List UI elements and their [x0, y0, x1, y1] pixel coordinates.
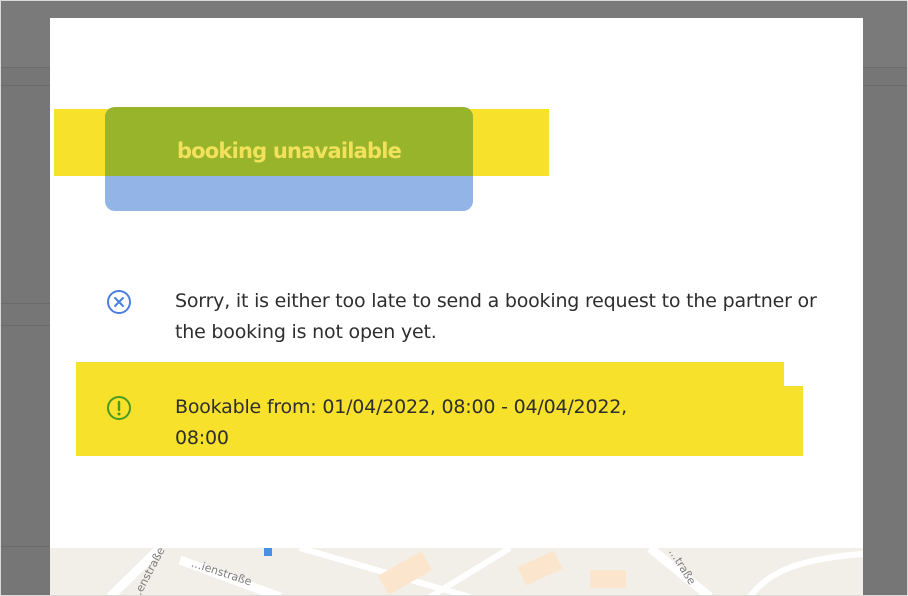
dialog-title: booking unavailable [176, 139, 402, 163]
error-message-row: Sorry, it is either too late to send a b… [106, 286, 826, 348]
info-message-line: Bookable from: 01/04/2022, 08:00 - 04/04… [175, 396, 627, 418]
info-message-row: Bookable from: 01/04/2022, 08:00 - 04/04… [106, 392, 826, 454]
booking-unavailable-dialog: booking unavailable Sorry, it is either … [50, 18, 863, 595]
map-preview[interactable]: …enstraße …ienstraße …traße [50, 548, 863, 595]
background-divider [1, 85, 51, 86]
background-divider [863, 85, 907, 86]
circle-exclamation-icon [106, 395, 132, 421]
background-divider [1, 303, 51, 304]
background-divider [1, 546, 51, 547]
background-divider [1, 325, 51, 326]
info-message-line: 08:00 [175, 427, 229, 449]
circle-x-icon [106, 289, 132, 315]
info-message: Bookable from: 01/04/2022, 08:00 - 04/04… [175, 392, 627, 454]
info-highlight [76, 362, 784, 388]
screen-frame: booking unavailable Sorry, it is either … [0, 0, 908, 596]
error-message: Sorry, it is either too late to send a b… [175, 290, 817, 343]
